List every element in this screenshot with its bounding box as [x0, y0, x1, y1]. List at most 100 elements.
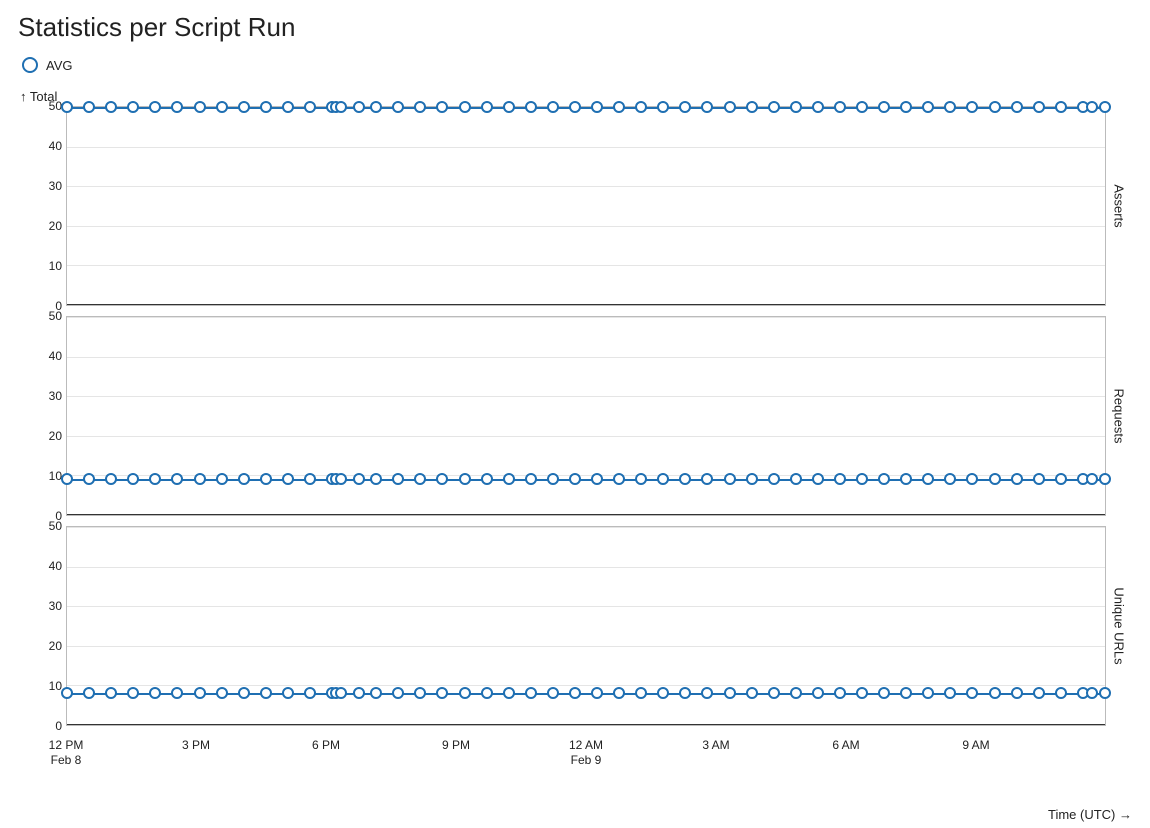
- data-point[interactable]: [569, 687, 581, 699]
- data-point[interactable]: [1033, 687, 1045, 699]
- data-point[interactable]: [635, 101, 647, 113]
- data-point[interactable]: [834, 687, 846, 699]
- data-point[interactable]: [503, 473, 515, 485]
- data-point[interactable]: [216, 687, 228, 699]
- data-point[interactable]: [900, 687, 912, 699]
- data-point[interactable]: [679, 687, 691, 699]
- data-point[interactable]: [856, 687, 868, 699]
- data-point[interactable]: [1086, 473, 1098, 485]
- data-point[interactable]: [414, 687, 426, 699]
- data-point[interactable]: [768, 473, 780, 485]
- data-point[interactable]: [459, 101, 471, 113]
- data-point[interactable]: [481, 101, 493, 113]
- data-point[interactable]: [392, 101, 404, 113]
- data-point[interactable]: [149, 473, 161, 485]
- data-point[interactable]: [105, 101, 117, 113]
- data-point[interactable]: [481, 687, 493, 699]
- data-point[interactable]: [414, 101, 426, 113]
- data-point[interactable]: [613, 473, 625, 485]
- data-point[interactable]: [459, 687, 471, 699]
- data-point[interactable]: [61, 473, 73, 485]
- data-point[interactable]: [547, 473, 559, 485]
- data-point[interactable]: [856, 473, 868, 485]
- data-point[interactable]: [335, 473, 347, 485]
- data-point[interactable]: [790, 687, 802, 699]
- data-point[interactable]: [746, 687, 758, 699]
- data-point[interactable]: [83, 687, 95, 699]
- data-point[interactable]: [1011, 473, 1023, 485]
- data-point[interactable]: [238, 101, 250, 113]
- data-point[interactable]: [260, 473, 272, 485]
- data-point[interactable]: [503, 101, 515, 113]
- data-point[interactable]: [1086, 687, 1098, 699]
- data-point[interactable]: [525, 473, 537, 485]
- data-point[interactable]: [335, 687, 347, 699]
- data-point[interactable]: [657, 473, 669, 485]
- data-point[interactable]: [525, 101, 537, 113]
- data-point[interactable]: [812, 473, 824, 485]
- data-point[interactable]: [944, 687, 956, 699]
- data-point[interactable]: [547, 687, 559, 699]
- data-point[interactable]: [304, 473, 316, 485]
- data-point[interactable]: [812, 101, 824, 113]
- data-point[interactable]: [83, 473, 95, 485]
- data-point[interactable]: [459, 473, 471, 485]
- data-point[interactable]: [591, 687, 603, 699]
- data-point[interactable]: [503, 687, 515, 699]
- data-point[interactable]: [171, 101, 183, 113]
- data-point[interactable]: [878, 473, 890, 485]
- data-point[interactable]: [657, 101, 669, 113]
- data-point[interactable]: [304, 687, 316, 699]
- data-point[interactable]: [149, 101, 161, 113]
- data-point[interactable]: [746, 473, 758, 485]
- data-point[interactable]: [613, 687, 625, 699]
- data-point[interactable]: [635, 473, 647, 485]
- data-point[interactable]: [61, 687, 73, 699]
- data-point[interactable]: [878, 101, 890, 113]
- data-point[interactable]: [966, 101, 978, 113]
- data-point[interactable]: [149, 687, 161, 699]
- data-point[interactable]: [105, 473, 117, 485]
- data-point[interactable]: [746, 101, 758, 113]
- data-point[interactable]: [171, 687, 183, 699]
- data-point[interactable]: [392, 687, 404, 699]
- data-point[interactable]: [370, 473, 382, 485]
- data-point[interactable]: [724, 473, 736, 485]
- data-point[interactable]: [481, 473, 493, 485]
- data-point[interactable]: [547, 101, 559, 113]
- data-point[interactable]: [171, 473, 183, 485]
- plot-area[interactable]: [66, 316, 1106, 516]
- data-point[interactable]: [353, 101, 365, 113]
- data-point[interactable]: [856, 101, 868, 113]
- data-point[interactable]: [1011, 101, 1023, 113]
- data-point[interactable]: [260, 101, 272, 113]
- data-point[interactable]: [790, 101, 802, 113]
- data-point[interactable]: [569, 473, 581, 485]
- data-point[interactable]: [127, 687, 139, 699]
- data-point[interactable]: [966, 473, 978, 485]
- data-point[interactable]: [657, 687, 669, 699]
- data-point[interactable]: [679, 473, 691, 485]
- legend[interactable]: AVG: [22, 57, 1132, 73]
- data-point[interactable]: [392, 473, 404, 485]
- data-point[interactable]: [353, 473, 365, 485]
- data-point[interactable]: [282, 101, 294, 113]
- data-point[interactable]: [282, 473, 294, 485]
- data-point[interactable]: [989, 101, 1001, 113]
- data-point[interactable]: [989, 473, 1001, 485]
- data-point[interactable]: [1033, 101, 1045, 113]
- data-point[interactable]: [1086, 101, 1098, 113]
- data-point[interactable]: [834, 101, 846, 113]
- data-point[interactable]: [127, 473, 139, 485]
- data-point[interactable]: [1033, 473, 1045, 485]
- data-point[interactable]: [194, 473, 206, 485]
- data-point[interactable]: [370, 101, 382, 113]
- data-point[interactable]: [724, 101, 736, 113]
- data-point[interactable]: [1011, 687, 1023, 699]
- data-point[interactable]: [768, 687, 780, 699]
- data-point[interactable]: [944, 101, 956, 113]
- data-point[interactable]: [701, 687, 713, 699]
- data-point[interactable]: [922, 687, 934, 699]
- data-point[interactable]: [194, 687, 206, 699]
- data-point[interactable]: [216, 473, 228, 485]
